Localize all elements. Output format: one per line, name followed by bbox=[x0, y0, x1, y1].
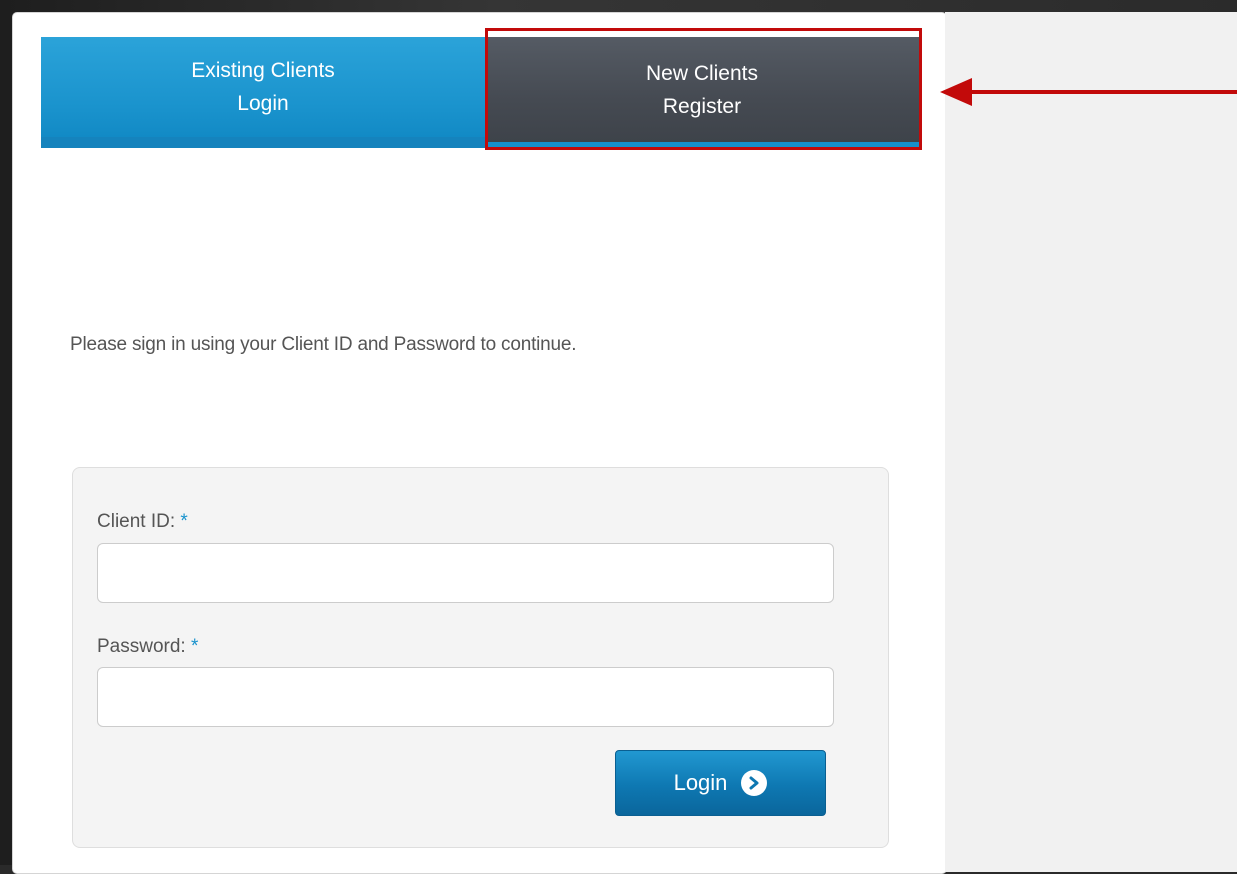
tab-existing-clients-login[interactable]: Existing Clients Login bbox=[41, 37, 485, 148]
tab-register-line2: Register bbox=[662, 94, 742, 118]
login-form: Client ID: * Password: * Login bbox=[72, 467, 889, 848]
password-label-text: Password: bbox=[97, 636, 186, 657]
tab-register-line1: New Clients bbox=[645, 61, 759, 85]
login-button[interactable]: Login bbox=[615, 750, 826, 816]
tab-login-line1: Existing Clients bbox=[191, 59, 335, 82]
required-marker: * bbox=[180, 511, 188, 532]
chevron-right-circle-icon bbox=[741, 770, 768, 796]
client-id-label: Client ID: * bbox=[97, 511, 188, 533]
password-label: Password: * bbox=[97, 636, 198, 658]
client-id-label-text: Client ID: bbox=[97, 511, 176, 532]
client-id-input[interactable] bbox=[97, 543, 834, 603]
auth-tabs: Existing Clients Login New Clients Regis… bbox=[41, 37, 919, 148]
tab-login-line2: Login bbox=[237, 92, 289, 115]
password-input[interactable] bbox=[97, 667, 834, 727]
tab-new-clients-register[interactable]: New Clients Register bbox=[485, 37, 919, 148]
required-marker: * bbox=[190, 636, 199, 657]
login-button-label: Login bbox=[673, 770, 728, 795]
sign-in-instructions: Please sign in using your Client ID and … bbox=[70, 334, 577, 355]
side-panel bbox=[945, 12, 1237, 872]
